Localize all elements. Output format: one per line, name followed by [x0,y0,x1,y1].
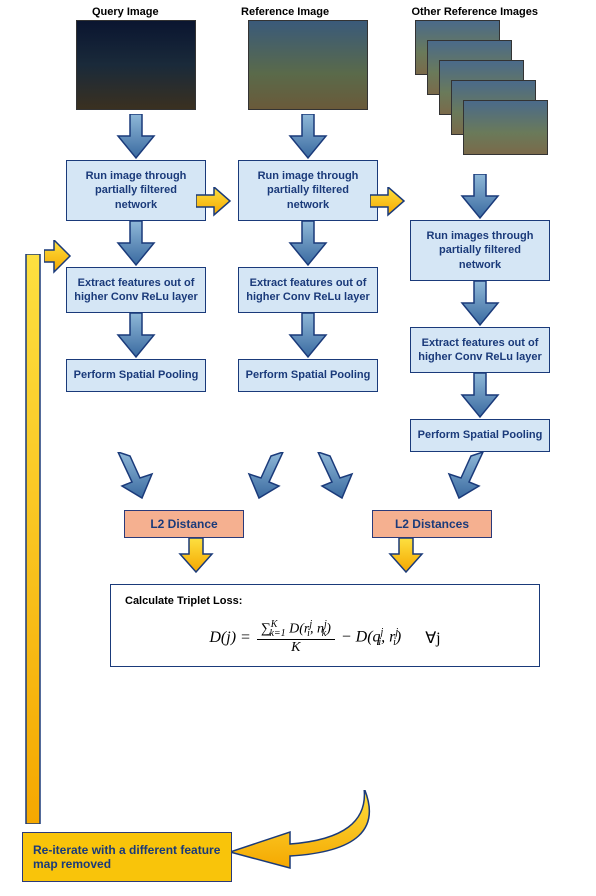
pool-box-other: Perform Spatial Pooling [410,419,550,451]
arrow-down-icon [460,174,500,220]
header-other: Other Reference Images [411,6,538,18]
run-network-box-query: Run image through partially filtered net… [66,160,206,221]
arrow-down-icon [116,221,156,267]
curved-arrow-icon [230,790,410,870]
extract-box-ref: Extract features out of higher Conv ReLu… [238,267,378,314]
arrow-down-icon [460,373,500,419]
loop-bar [18,254,48,824]
arrow-down-icon [288,313,328,359]
query-image [76,20,196,110]
l2-distance-box: L2 Distance [124,510,244,538]
header-query: Query Image [92,6,159,18]
reference-column: Run image through partially filtered net… [228,20,388,452]
query-column: Run image through partially filtered net… [56,20,216,452]
reiterate-box: Re-iterate with a different feature map … [22,832,232,882]
arrow-diag-icon [310,452,360,500]
arrow-down-icon [288,114,328,160]
arrow-down-icon [116,114,156,160]
arrow-diag-icon [245,452,295,500]
extract-box-query: Extract features out of higher Conv ReLu… [66,267,206,314]
arrow-diag-icon [110,452,160,500]
pool-box-ref: Perform Spatial Pooling [238,359,378,391]
arrow-down-icon [116,313,156,359]
formula-title: Calculate Triplet Loss: [125,595,525,607]
run-network-box-ref: Run image through partially filtered net… [238,160,378,221]
extract-box-other: Extract features out of higher Conv ReLu… [410,327,550,374]
arrow-down-icon [388,538,424,574]
arrow-down-icon [288,221,328,267]
triplet-loss-box: Calculate Triplet Loss: D(j) = ∑Kk=1 D(r… [110,584,540,667]
arrow-diag-icon [445,452,495,500]
pool-box-query: Perform Spatial Pooling [66,359,206,391]
arrow-down-icon [460,281,500,327]
arrow-right-icon [44,240,72,274]
run-network-box-other: Run images through partially filtered ne… [410,220,550,281]
other-column: Run images through partially filtered ne… [400,20,560,452]
formula-math: D(j) = ∑Kk=1 D(rji, njk) K − D(qji, rji)… [125,619,525,656]
l2-distances-box: L2 Distances [372,510,492,538]
reference-image [248,20,368,110]
arrow-down-icon [178,538,214,574]
other-images-stack [415,20,545,170]
arrow-right-icon [196,187,232,217]
arrow-right-icon [370,187,406,217]
header-reference: Reference Image [241,6,329,18]
